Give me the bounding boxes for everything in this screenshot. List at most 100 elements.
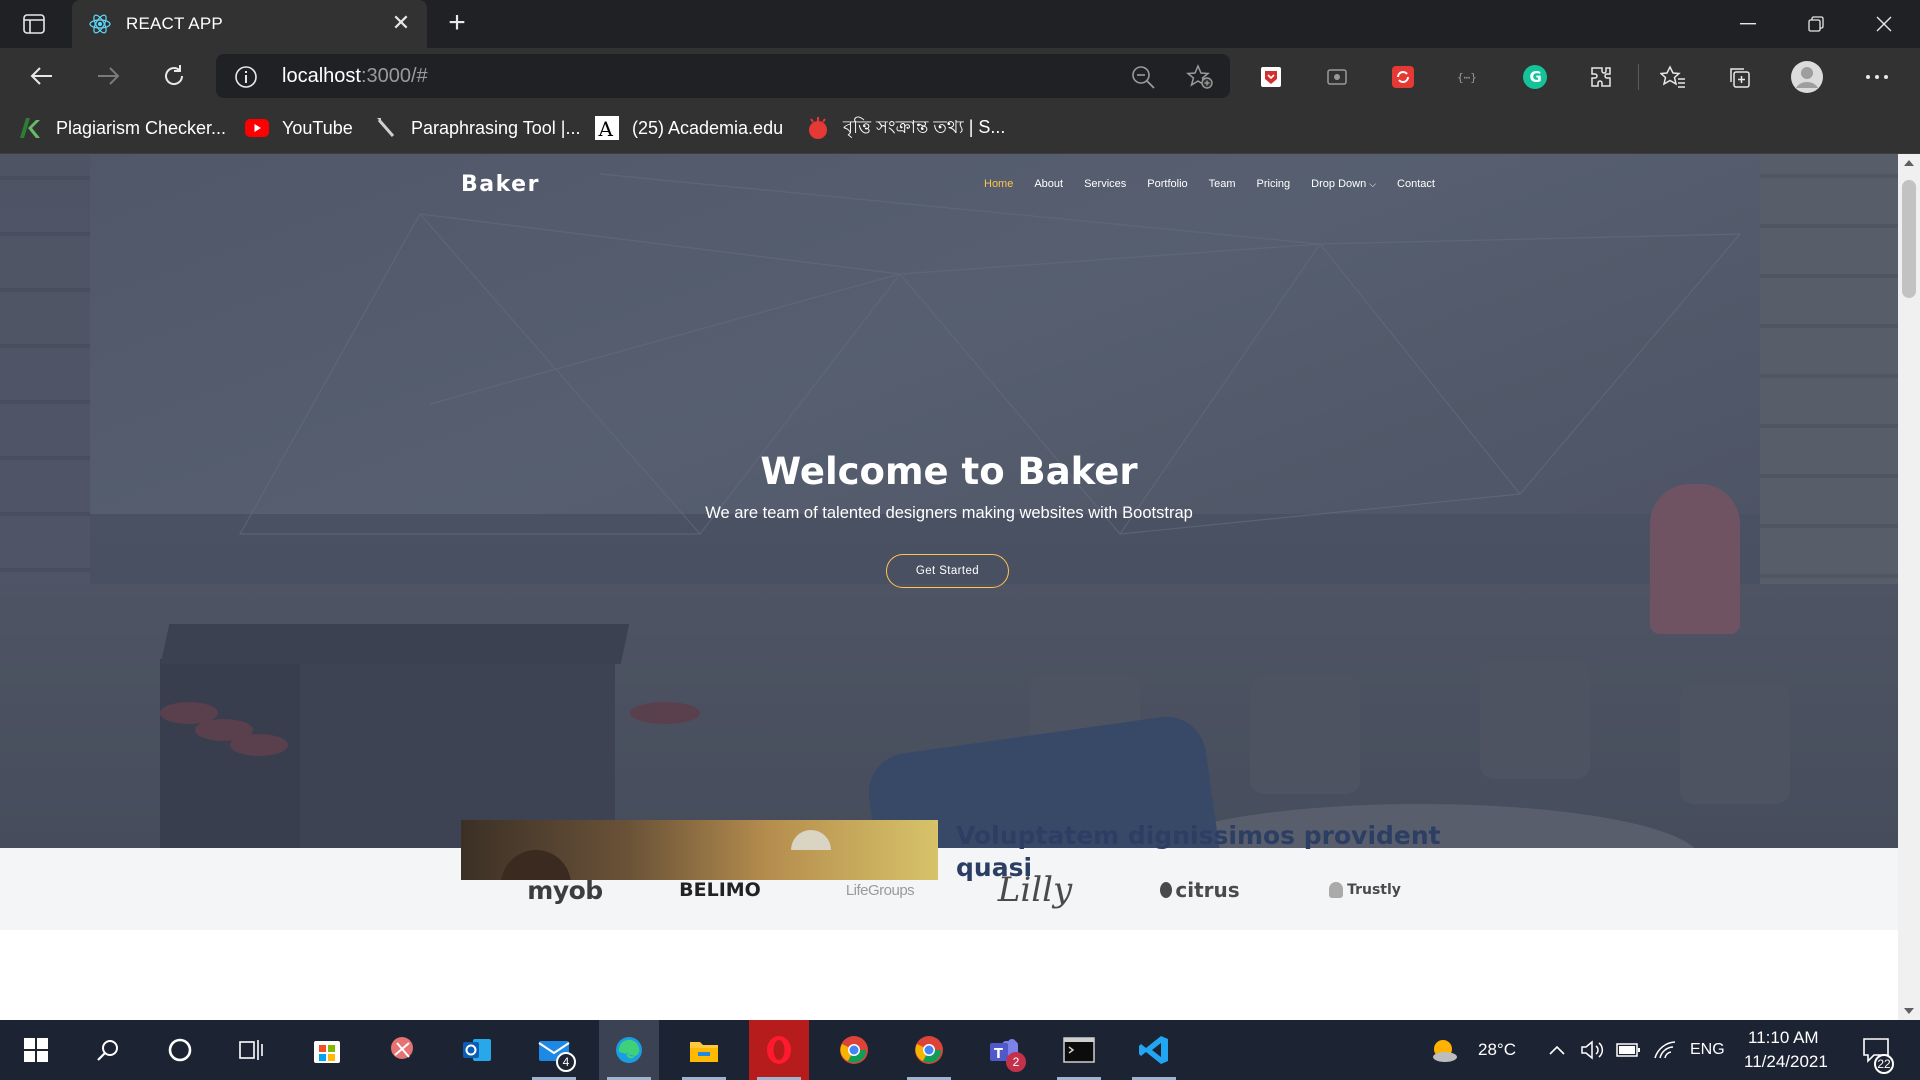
weather-icon[interactable] bbox=[1418, 1020, 1470, 1080]
page-viewport: Baker Home About Services Portfolio Team… bbox=[0, 154, 1898, 1020]
terminal-icon[interactable] bbox=[1049, 1020, 1109, 1080]
chevron-down-icon: ⌵ bbox=[1369, 179, 1377, 189]
hero-overlay bbox=[0, 154, 1898, 848]
restore-icon[interactable] bbox=[1782, 0, 1850, 48]
about-image bbox=[461, 820, 938, 880]
mail-icon[interactable]: 4 bbox=[524, 1020, 584, 1080]
json-extension-icon[interactable]: {⋯} bbox=[1456, 64, 1482, 90]
extensions-icon[interactable] bbox=[1588, 64, 1614, 90]
sync-extension-icon[interactable] bbox=[1390, 64, 1416, 90]
nav-home[interactable]: Home bbox=[984, 178, 1013, 190]
vscode-icon[interactable] bbox=[1124, 1020, 1184, 1080]
back-icon[interactable] bbox=[24, 60, 60, 92]
microsoft-store-icon[interactable] bbox=[297, 1020, 357, 1080]
show-hidden-icons-icon[interactable] bbox=[1540, 1020, 1574, 1080]
get-started-button[interactable]: Get Started bbox=[886, 554, 1009, 588]
scroll-up-icon[interactable] bbox=[1904, 160, 1914, 166]
weather-temperature[interactable]: 28°C bbox=[1478, 1040, 1516, 1060]
pdf-extension-icon[interactable] bbox=[1258, 64, 1284, 90]
bookmarks-bar: Plagiarism Checker... YouTube Paraphrasi… bbox=[0, 104, 1920, 154]
battery-icon[interactable] bbox=[1612, 1020, 1646, 1080]
site-info-icon[interactable] bbox=[234, 65, 258, 89]
hero-subtitle: We are team of talented designers making… bbox=[705, 504, 1193, 522]
nav-dropdown[interactable]: Drop Down ⌵ bbox=[1311, 178, 1376, 190]
about-image-subject bbox=[501, 850, 571, 880]
nav-pricing[interactable]: Pricing bbox=[1257, 178, 1291, 190]
add-favorite-icon[interactable] bbox=[1186, 64, 1214, 90]
nav-services[interactable]: Services bbox=[1084, 178, 1126, 190]
bookmark-scholarship-info[interactable]: বৃত্তি সংক্রান্ত তথ্য | S... bbox=[805, 114, 1005, 142]
wifi-icon[interactable] bbox=[1648, 1020, 1682, 1080]
close-window-icon[interactable] bbox=[1850, 0, 1918, 48]
browser-tab-bar: REACT APP ✕ + bbox=[0, 0, 1920, 48]
toolbar-divider bbox=[1638, 64, 1639, 90]
clients-section: myob BELIMO LifeGroups Lilly citrus Trus… bbox=[0, 848, 1898, 930]
new-tab-button[interactable]: + bbox=[443, 8, 471, 38]
file-explorer-icon[interactable] bbox=[674, 1020, 734, 1080]
react-icon bbox=[88, 12, 112, 36]
hero-section: Baker Home About Services Portfolio Team… bbox=[0, 154, 1898, 848]
outlook-icon[interactable] bbox=[447, 1020, 507, 1080]
task-view-icon[interactable] bbox=[222, 1020, 282, 1080]
about-image-lamp bbox=[791, 830, 831, 850]
close-tab-icon[interactable]: ✕ bbox=[389, 12, 413, 36]
screen-capture-extension-icon[interactable] bbox=[1324, 64, 1350, 90]
language-indicator[interactable]: ENG bbox=[1690, 1041, 1725, 1059]
mail-badge: 4 bbox=[556, 1052, 576, 1072]
paraphrasing-tool-icon bbox=[373, 116, 399, 140]
notifications-badge: 22 bbox=[1874, 1054, 1894, 1074]
start-button[interactable] bbox=[6, 1020, 66, 1080]
nav-contact[interactable]: Contact bbox=[1397, 178, 1435, 190]
browser-toolbar: localhost:3000/# {⋯} G bbox=[0, 48, 1920, 104]
profile-avatar[interactable] bbox=[1790, 60, 1824, 94]
tab-title: REACT APP bbox=[126, 14, 223, 33]
more-options-icon[interactable] bbox=[1864, 64, 1890, 90]
favorites-icon[interactable] bbox=[1660, 64, 1686, 90]
scroll-thumb[interactable] bbox=[1902, 180, 1916, 298]
chrome-profile-icon[interactable] bbox=[899, 1020, 959, 1080]
cortana-icon[interactable] bbox=[150, 1020, 210, 1080]
clock-time[interactable]: 11:10 AM bbox=[1748, 1028, 1819, 1048]
teams-badge: 2 bbox=[1006, 1052, 1026, 1072]
academia-icon: A bbox=[594, 116, 620, 140]
edge-icon[interactable] bbox=[599, 1020, 659, 1080]
bookmark-plagiarism-checker[interactable]: Plagiarism Checker... bbox=[18, 114, 226, 142]
nav-portfolio[interactable]: Portfolio bbox=[1147, 178, 1187, 190]
chrome-icon[interactable] bbox=[824, 1020, 884, 1080]
scroll-down-icon[interactable] bbox=[1904, 1008, 1914, 1014]
svg-text:G: G bbox=[1530, 68, 1542, 86]
bookmark-youtube[interactable]: YouTube bbox=[244, 114, 353, 142]
trustly-icon bbox=[1329, 882, 1344, 898]
bookmark-paraphrasing-tool[interactable]: Paraphrasing Tool |... bbox=[373, 114, 580, 142]
collections-icon[interactable] bbox=[1726, 64, 1752, 90]
nav-team[interactable]: Team bbox=[1209, 178, 1236, 190]
clock-date[interactable]: 11/24/2021 bbox=[1744, 1052, 1828, 1072]
svg-text:A: A bbox=[598, 117, 614, 140]
opera-icon[interactable] bbox=[749, 1020, 809, 1080]
citrus-icon bbox=[1160, 882, 1173, 898]
about-title: Voluptatem dignissimos provident quasi bbox=[956, 821, 1441, 882]
nav-about[interactable]: About bbox=[1034, 178, 1063, 190]
volume-icon[interactable] bbox=[1576, 1020, 1610, 1080]
scholarship-info-icon bbox=[805, 116, 831, 140]
tab-react-app[interactable]: REACT APP ✕ bbox=[72, 0, 427, 48]
grammarly-icon[interactable]: G bbox=[1522, 64, 1548, 90]
url-text: localhost:3000/# bbox=[282, 65, 428, 87]
windows-taskbar: 4 T 2 28°C ENG 11:10 AM 11/24/2021 22 bbox=[0, 1020, 1920, 1080]
address-bar[interactable]: localhost:3000/# bbox=[216, 54, 1230, 98]
tab-actions-icon[interactable] bbox=[20, 12, 48, 36]
search-icon[interactable] bbox=[78, 1020, 138, 1080]
minimize-icon[interactable] bbox=[1714, 0, 1782, 48]
refresh-icon[interactable] bbox=[156, 60, 192, 92]
snip-sketch-icon[interactable] bbox=[372, 1020, 432, 1080]
bookmark-academia[interactable]: A (25) Academia.edu bbox=[594, 114, 783, 142]
site-logo[interactable]: Baker bbox=[461, 172, 540, 197]
page-scrollbar[interactable] bbox=[1898, 154, 1920, 1020]
svg-text:{⋯}: {⋯} bbox=[1457, 71, 1477, 84]
forward-icon[interactable] bbox=[90, 60, 126, 92]
site-nav: Home About Services Portfolio Team Prici… bbox=[984, 178, 1456, 190]
notifications-icon[interactable]: 22 bbox=[1846, 1020, 1906, 1080]
zoom-out-icon[interactable] bbox=[1130, 64, 1156, 90]
teams-icon[interactable]: T 2 bbox=[974, 1020, 1034, 1080]
svg-text:T: T bbox=[994, 1047, 1003, 1062]
